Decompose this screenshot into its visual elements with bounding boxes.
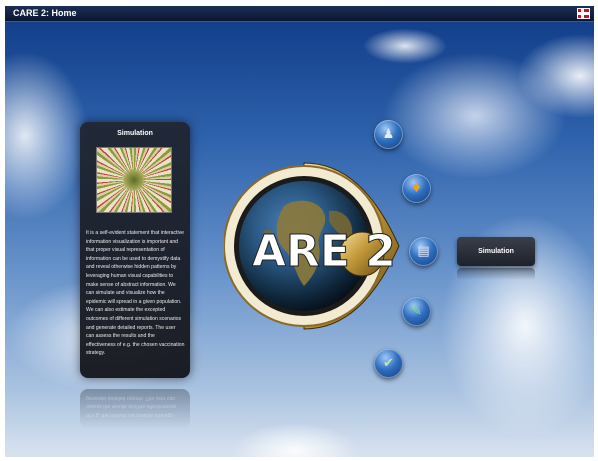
simulation-tooltip[interactable]: Simulation — [457, 237, 535, 266]
window-title: CARE 2: Home — [13, 8, 77, 18]
title-bar: CARE 2: Home — [5, 6, 594, 22]
reports-menu-button[interactable]: ✔ — [374, 349, 403, 378]
info-panel-reflection-text: of e.g. the chosen vaccination strategy.… — [86, 394, 177, 418]
simulation-menu-button[interactable]: ▤ — [409, 237, 438, 266]
people-icon: ♟ — [382, 127, 395, 142]
network-visualization-image — [96, 147, 172, 213]
pencil-icon: ✎ — [411, 304, 422, 319]
edit-menu-button[interactable]: ✎ — [402, 297, 431, 326]
logo-text: ARE 2 — [252, 226, 397, 278]
info-panel-title: Simulation — [117, 130, 153, 137]
people-menu-button[interactable]: ♟ — [374, 120, 403, 149]
app-window: CARE 2: Home Simulation It is a self-evi… — [5, 6, 594, 457]
language-flag-icon[interactable] — [577, 8, 590, 19]
puzzle-menu-button[interactable]: ♦ — [402, 174, 431, 203]
clipboard-icon: ▤ — [417, 244, 430, 259]
checklist-icon: ✔ — [383, 356, 394, 371]
simulation-tooltip-reflection — [457, 268, 535, 280]
puzzle-icon: ♦ — [410, 181, 423, 196]
simulation-info-panel: Simulation It is a self-evident statemen… — [80, 122, 190, 378]
info-panel-description: It is a self-evident statement that inte… — [86, 230, 185, 357]
info-panel-reflection: of e.g. the chosen vaccination strategy.… — [80, 389, 190, 429]
